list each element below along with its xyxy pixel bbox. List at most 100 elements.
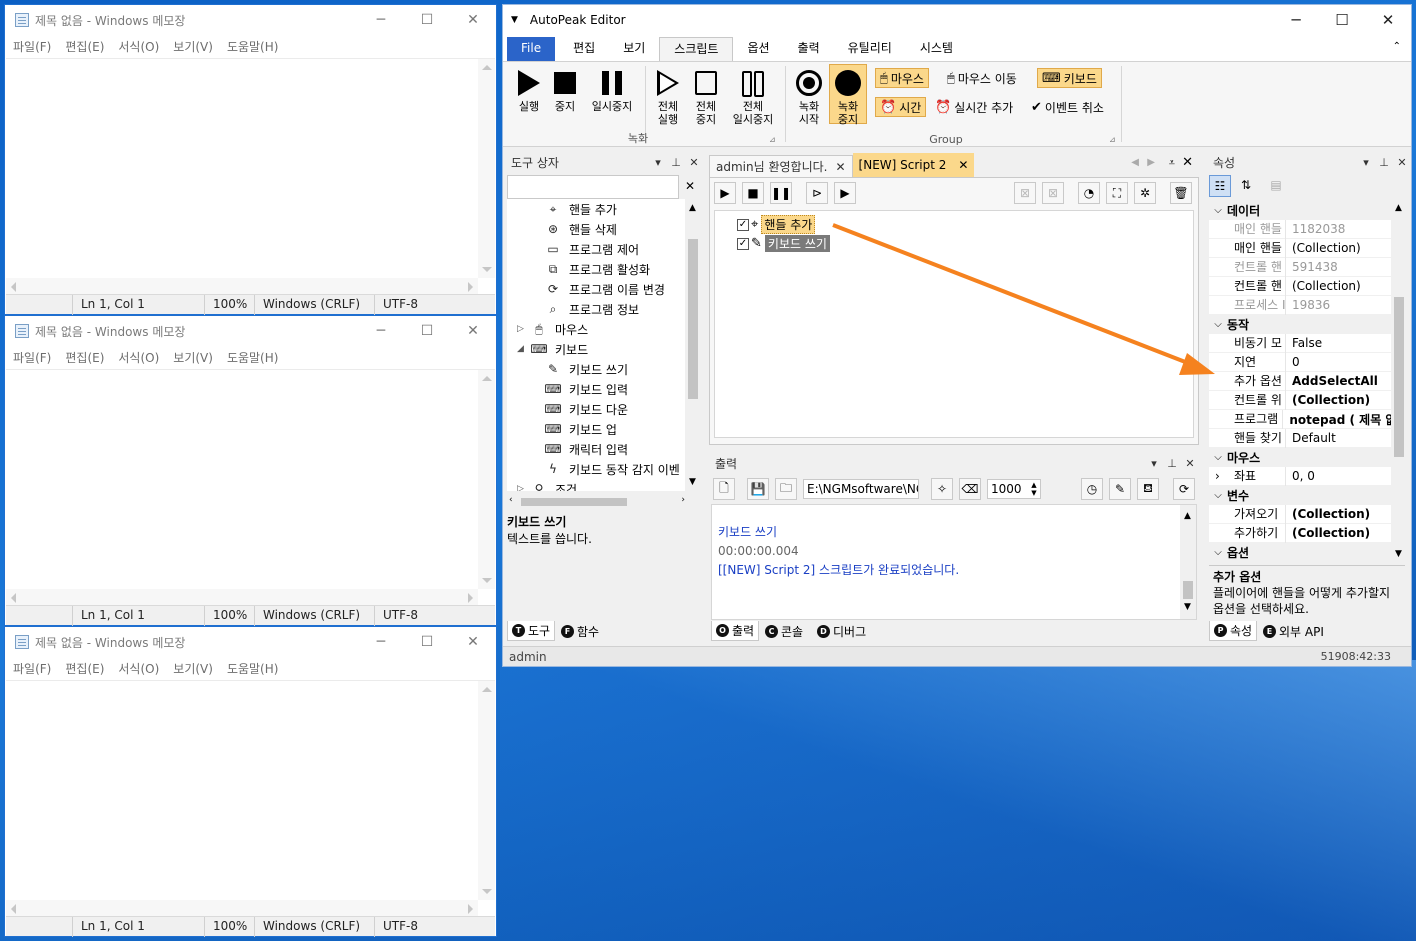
tree-item[interactable]: ⌕ 프로그램 정보 [507, 299, 685, 319]
close-icon[interactable]: ✕ [835, 160, 845, 174]
tab-output[interactable]: 출력 [784, 37, 834, 61]
menu-item[interactable]: 보기(V) [173, 38, 213, 55]
dialog-launcher-icon[interactable]: ⊿ [1109, 135, 1116, 144]
close-button[interactable]: ✕ [450, 323, 496, 339]
tab-edit[interactable]: 편집 [559, 37, 609, 61]
property-row[interactable]: 지연 0 [1209, 352, 1391, 372]
mouse-toggle[interactable]: 🖱 마우스 [875, 68, 929, 88]
refresh-icon[interactable]: ⟳ [1173, 478, 1195, 500]
horizontal-scrollbar[interactable] [6, 278, 478, 295]
tree-item[interactable]: ⌨ 키보드 입력 [507, 379, 685, 399]
tree-item[interactable]: ⊛ 핸들 삭제 [507, 219, 685, 239]
tab-tools[interactable]: T 도구 [507, 621, 556, 641]
collapse-icon[interactable]: ✲ [1134, 182, 1156, 204]
menu-item[interactable]: 서식(O) [118, 38, 159, 55]
pause-button[interactable]: 일시중지 [585, 68, 639, 113]
property-row[interactable]: 프로세스 I 19836 [1209, 295, 1391, 315]
tab-utility[interactable]: 유틸리티 [834, 37, 906, 61]
close-button[interactable]: ✕ [450, 12, 496, 28]
close-icon[interactable]: ✕ [958, 158, 968, 172]
delete-icon[interactable]: 🗑 [1170, 182, 1192, 204]
tree-item[interactable]: ▭ 프로그램 제어 [507, 239, 685, 259]
pin-icon[interactable]: ⊥ [1375, 156, 1393, 169]
tab-view[interactable]: 보기 [609, 37, 659, 61]
tree-item[interactable]: ⌨ 키보드 다운 [507, 399, 685, 419]
tree-item[interactable]: ϟ 키보드 동작 감지 이벤 [507, 459, 685, 479]
property-category[interactable]: ⌵ 동작 [1209, 315, 1391, 334]
property-category[interactable]: ⌵ 변수 [1209, 486, 1391, 505]
clear-search-icon[interactable]: ✕ [679, 175, 701, 199]
menu-item[interactable]: 보기(V) [173, 349, 213, 366]
chevron-down-icon[interactable]: ⌵ [1209, 205, 1227, 216]
pause-all-button[interactable]: 전체 일시중지 [727, 68, 779, 126]
record-start-button[interactable]: 녹화 시작 [791, 68, 827, 126]
property-category[interactable]: ⌵ 옵션 [1209, 543, 1391, 561]
chevron-down-icon[interactable]: ⌵ [1209, 452, 1227, 463]
expander-icon[interactable]: ▷ [517, 484, 531, 491]
tab-options[interactable]: 옵션 [733, 37, 783, 61]
property-row[interactable]: › 좌표 0, 0 [1209, 466, 1391, 486]
run-button[interactable]: 실행 [511, 68, 547, 113]
stop-all-button[interactable]: 전체 중지 [689, 68, 723, 126]
scroll-right-icon[interactable]: ▶ [1147, 157, 1155, 168]
maximize-button[interactable]: ☐ [404, 323, 450, 339]
pin-icon[interactable]: ⊥ [1163, 457, 1181, 470]
save-icon[interactable]: 💾 [747, 478, 769, 500]
eraser-icon[interactable]: ⌫ [959, 478, 981, 500]
minimize-button[interactable]: ─ [358, 323, 404, 339]
property-row[interactable]: 핸들 찾기 Default [1209, 428, 1391, 448]
close-icon[interactable]: ✕ [685, 156, 703, 169]
property-row[interactable]: 추가하기 (Collection) [1209, 523, 1391, 543]
title-bar[interactable]: ▼ AutoPeak Editor ─ ☐ ✕ [503, 5, 1411, 35]
tree-item[interactable]: ◢ ⌨ 키보드 [507, 339, 685, 359]
tab-script-2[interactable]: [NEW] Script 2 ✕ [852, 153, 975, 177]
chevron-down-icon[interactable]: ⌵ [1209, 490, 1227, 501]
timer-icon[interactable]: ◔ [1078, 182, 1100, 204]
mouse-move-toggle[interactable]: 🖱 마우스 이동 [943, 68, 1021, 88]
property-row[interactable]: 비동기 모 False [1209, 333, 1391, 353]
new-file-icon[interactable]: 🗋 [713, 478, 735, 500]
vertical-scrollbar[interactable] [478, 370, 495, 589]
tree-item[interactable]: ▷ ⚲ 조건 [507, 479, 685, 491]
toolbox-scrollbar[interactable]: ▲ ▼ [685, 199, 701, 491]
pin-icon[interactable]: ⊥ [667, 156, 685, 169]
close-icon[interactable]: ✕ [1393, 156, 1411, 169]
maximize-button[interactable]: ☐ [1319, 11, 1365, 29]
chevron-down-icon[interactable]: ⌵ [1209, 547, 1227, 558]
expand-icon[interactable]: ⛶ [1106, 182, 1128, 204]
tree-item[interactable]: ⌨ 키보드 업 [507, 419, 685, 439]
script-item-keyboard-write[interactable]: ✓ ✎ 키보드 쓰기 [737, 235, 830, 252]
scroll-left-icon[interactable]: ◀ [1131, 157, 1139, 168]
menu-item[interactable]: 파일(F) [13, 660, 51, 677]
record-stop-button[interactable]: 녹화 중지 [829, 64, 867, 126]
menu-item[interactable]: 도움말(H) [227, 349, 279, 366]
chevron-right-icon[interactable]: › [1215, 469, 1220, 483]
notepad-text-area[interactable] [6, 369, 495, 606]
vertical-scrollbar[interactable] [478, 681, 495, 900]
run-to-icon[interactable]: ▶ [834, 182, 856, 204]
run-all-button[interactable]: 전체 실행 [649, 68, 687, 126]
property-row[interactable]: 매인 핸들 (Collection) [1209, 238, 1391, 258]
categorized-icon[interactable]: ☷ [1209, 175, 1231, 197]
output-path-field[interactable]: E:\NGMsoftware\NG [803, 479, 919, 499]
menu-item[interactable]: 편집(E) [65, 349, 104, 366]
quick-access-icon[interactable]: ▼ [503, 15, 518, 25]
keyboard-toggle[interactable]: ⌨ 키보드 [1037, 68, 1102, 88]
minimize-button[interactable]: ─ [358, 12, 404, 28]
close-icon[interactable]: ✕ [1181, 457, 1199, 470]
property-row[interactable]: 컨트롤 핸 591438 [1209, 257, 1391, 277]
collapse-ribbon-icon[interactable]: ⌃ [1393, 41, 1401, 52]
tree-item[interactable]: ▷ 🖱 마우스 [507, 319, 685, 339]
properties-scrollbar[interactable]: ▲ ▼ [1391, 201, 1407, 561]
dialog-launcher-icon[interactable]: ⊿ [769, 135, 776, 144]
notepad-title-bar[interactable]: 제목 없음 - Windows 메모장 ─ ☐ ✕ [5, 316, 496, 346]
tab-list-icon[interactable]: ⩡ [1169, 156, 1175, 170]
chevron-down-icon[interactable]: ⌵ [1209, 319, 1227, 330]
minimize-button[interactable]: ─ [1273, 11, 1319, 29]
property-row[interactable]: 프로그램 · notepad ( 제목 없 [1209, 409, 1391, 429]
expander-icon[interactable]: ◢ [517, 344, 531, 354]
menu-item[interactable]: 서식(O) [118, 660, 159, 677]
horizontal-scrollbar[interactable] [6, 589, 478, 606]
tree-item[interactable]: ⌨ 캐릭터 입력 [507, 439, 685, 459]
tree-item[interactable]: ⌖ 핸들 추가 [507, 199, 685, 219]
